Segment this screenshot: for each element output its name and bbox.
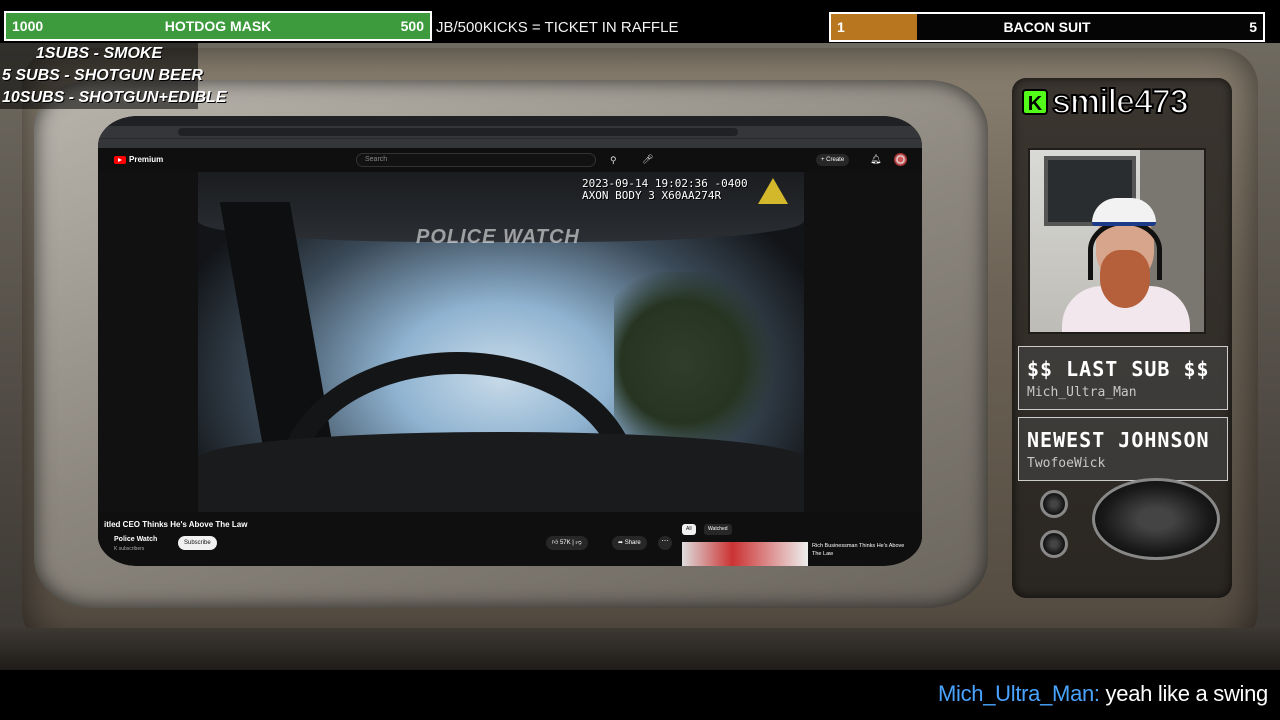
- bell-icon[interactable]: 🔔︎: [870, 154, 881, 165]
- chip-watched[interactable]: Watched: [704, 524, 732, 535]
- tv-knob-small: [1040, 530, 1068, 558]
- sub-rules-list: 1SUBS - SMOKE 5 SUBS - SHOTGUN BEER 10SU…: [0, 43, 227, 109]
- goal-title: HOTDOG MASK: [164, 18, 272, 34]
- tv-knob-small: [1040, 490, 1068, 518]
- microphone-icon[interactable]: 🎤︎: [642, 154, 653, 165]
- recommended-thumbnail[interactable]: [682, 542, 808, 566]
- tv-knob-large: [1092, 478, 1220, 560]
- goal-bar-hotdog-mask: 1000 HOTDOG MASK 500: [4, 11, 432, 41]
- youtube-play-icon: [114, 155, 126, 164]
- share-label: Share: [624, 540, 641, 546]
- chat-username: Mich_Ultra_Man:: [937, 681, 1100, 706]
- browser-address-bar[interactable]: [98, 126, 922, 138]
- streamer-name: smile473: [1051, 82, 1190, 122]
- chat-text: yeah like a swing: [1099, 681, 1269, 706]
- address-field[interactable]: [178, 128, 738, 136]
- sub-rule: 10SUBS - SHOTGUN+EDIBLE: [2, 89, 227, 106]
- channel-name[interactable]: Police Watch: [114, 536, 157, 543]
- create-button[interactable]: + Create: [816, 154, 850, 166]
- video-watermark: POLICE WATCH: [416, 226, 580, 248]
- webcam-feed: [1028, 148, 1206, 334]
- streamer-brand: K smile473: [1022, 82, 1230, 122]
- like-count: 57K: [559, 540, 571, 546]
- browser-tab-bar[interactable]: [98, 116, 922, 126]
- headset-icon: [1088, 220, 1162, 280]
- trees: [614, 272, 784, 452]
- youtube-logo[interactable]: Premium: [114, 155, 163, 164]
- youtube-search-input[interactable]: Search: [356, 153, 596, 167]
- subscriber-count: K subscribers: [114, 546, 145, 552]
- goal-bar-bacon-suit: 1 BACON SUIT 5: [829, 12, 1265, 42]
- create-label: Create: [826, 157, 845, 163]
- video-player[interactable]: POLICE WATCH 2023-09-14 19:02:36 -0400 A…: [198, 172, 804, 512]
- newest-johnson-label: NEWEST JOHNSON: [1027, 428, 1210, 452]
- axon-logo-icon: [758, 178, 788, 204]
- raffle-ticker: JB/500KICKS = TICKET IN RAFFLE: [436, 19, 679, 36]
- sub-rule: 5 SUBS - SHOTGUN BEER: [2, 67, 203, 84]
- kick-logo-icon: K: [1022, 89, 1048, 115]
- bookmarks-bar[interactable]: [98, 138, 922, 148]
- last-sub-label: $$ LAST SUB $$: [1027, 357, 1210, 381]
- tv-screen: Premium Search ⚲ 🎤︎ + Create 🔔︎ POLICE W…: [98, 116, 922, 566]
- bodycam-timestamp: 2023-09-14 19:02:36 -0400 AXON BODY 3 X6…: [582, 177, 748, 202]
- video-title: itled CEO Thinks He's Above The Law: [104, 520, 248, 529]
- share-button[interactable]: ➦ Share: [612, 536, 647, 550]
- like-button[interactable]: 👍︎ 57K | 👎︎: [546, 536, 588, 550]
- car-dashboard: [198, 432, 804, 512]
- youtube-header: Premium Search ⚲ 🎤︎ + Create 🔔︎: [98, 148, 922, 172]
- youtube-logo-text: Premium: [129, 155, 164, 164]
- goal-title: BACON SUIT: [1003, 19, 1091, 35]
- search-icon[interactable]: ⚲: [610, 155, 617, 166]
- chip-all[interactable]: All: [682, 524, 696, 535]
- recommended-title[interactable]: Rich Businessman Thinks He's Above The L…: [812, 542, 912, 558]
- goal-end-value: 5: [1249, 19, 1257, 35]
- subscribe-button[interactable]: Subscribe: [178, 536, 217, 550]
- newest-johnson-value: TwofoeWick: [1027, 456, 1106, 471]
- goal-end-value: 500: [400, 18, 424, 34]
- more-icon[interactable]: ⋯: [658, 536, 672, 550]
- chat-message: Mich_Ultra_Man: yeah like a swing: [938, 681, 1268, 707]
- last-sub-value: Mich_Ultra_Man: [1027, 385, 1137, 400]
- newest-johnson-box: NEWEST JOHNSON TwofoeWick: [1018, 417, 1228, 481]
- avatar[interactable]: [894, 153, 907, 166]
- last-sub-box: $$ LAST SUB $$ Mich_Ultra_Man: [1018, 346, 1228, 410]
- video-meta: itled CEO Thinks He's Above The Law Poli…: [98, 512, 922, 566]
- tv-base: [0, 628, 1280, 670]
- sub-rule: 1SUBS - SMOKE: [35, 45, 163, 62]
